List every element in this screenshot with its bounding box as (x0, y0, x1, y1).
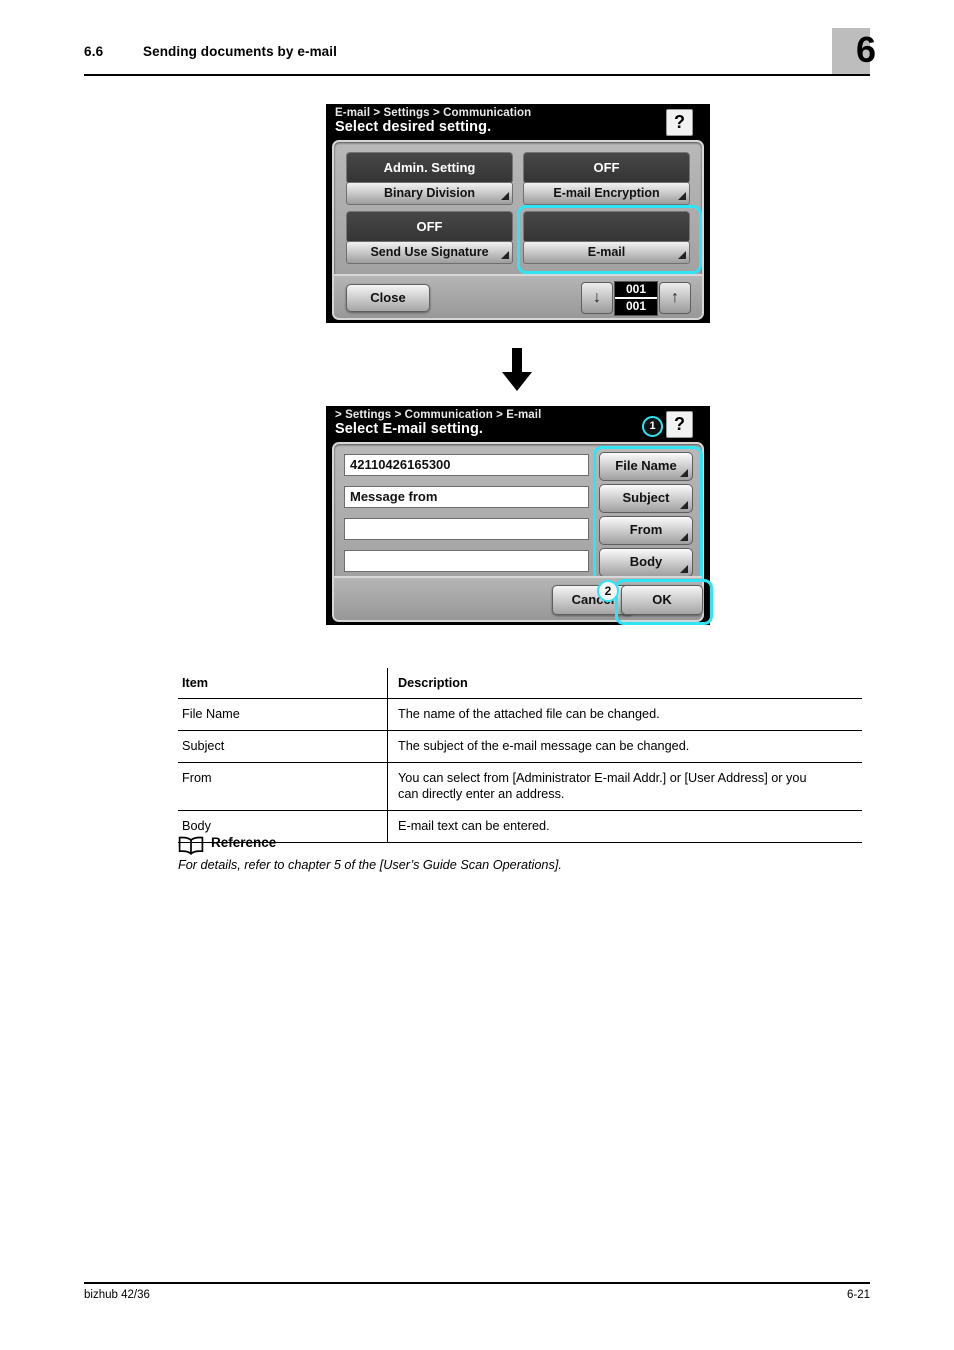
lcd1-bottom-bar: Close ↓ 001 001 ↑ (334, 274, 702, 318)
lcd1-breadcrumb: E-mail > Settings > Communication (335, 107, 532, 119)
page-counter-total: 001 (625, 299, 647, 313)
lcd2-bottom-bar: Cancel 2 OK (334, 576, 713, 625)
lcd1-header: E-mail > Settings > Communication Select… (326, 104, 710, 138)
table-row: From You can select from [Administrator … (178, 762, 862, 811)
expand-corner-icon (678, 192, 686, 200)
item-description-table: Item Description File Name The name of t… (178, 668, 862, 843)
table-cell-description: You can select from [Administrator E-mai… (387, 762, 862, 811)
help-icon[interactable]: ? (666, 411, 693, 438)
expand-corner-icon (680, 533, 688, 541)
page-counter: 001 001 (614, 281, 658, 316)
table-row: Body E-mail text can be entered. (178, 810, 862, 843)
close-button[interactable]: Close (346, 284, 430, 312)
button-from[interactable]: From (599, 516, 693, 545)
ok-button[interactable]: OK (621, 585, 703, 615)
page-header: 6.6 Sending documents by e-mail 6 (84, 28, 876, 76)
send-use-signature-value: OFF (346, 211, 513, 243)
button-file-name-label: File Name (615, 458, 677, 473)
send-use-signature-label: Send Use Signature (346, 241, 513, 264)
table-header-description: Description (387, 668, 862, 699)
table-cell-item: Subject (178, 730, 388, 763)
button-email-encryption[interactable]: OFF E-mail Encryption (523, 152, 690, 205)
header-divider (84, 74, 870, 76)
table-row: Subject The subject of the e-mail messag… (178, 730, 862, 763)
table-header-row: Item Description (178, 668, 862, 699)
field-file-name[interactable]: 42110426165300 (344, 454, 589, 476)
button-send-use-signature[interactable]: OFF Send Use Signature (346, 211, 513, 264)
button-subject-label: Subject (622, 490, 670, 505)
help-icon[interactable]: ? (666, 109, 693, 136)
footer-divider (84, 1282, 870, 1284)
button-subject[interactable]: Subject (599, 484, 693, 513)
flow-arrow-icon (500, 348, 534, 392)
page-title: Sending documents by e-mail (143, 44, 337, 59)
button-body-label: Body (629, 554, 663, 569)
step-marker-1: 1 (642, 416, 663, 437)
field-body[interactable] (344, 550, 589, 572)
email-label: E-mail (523, 241, 690, 264)
expand-corner-icon (501, 192, 509, 200)
lcd-screen-communication: E-mail > Settings > Communication Select… (326, 104, 710, 323)
button-email[interactable]: E-mail (523, 211, 690, 264)
reference-title: Reference (211, 835, 277, 850)
table-cell-item: File Name (178, 698, 388, 731)
scroll-up-button[interactable]: ↑ (659, 282, 691, 314)
table-cell-item: From (178, 762, 388, 811)
table-cell-description: The name of the attached file can be cha… (387, 698, 862, 731)
chapter-number: 6 (855, 29, 876, 70)
lcd1-body: Admin. Setting Binary Division OFF E-mai… (332, 140, 704, 320)
table-cell-description: E-mail text can be entered. (387, 810, 862, 843)
expand-corner-icon (678, 251, 686, 259)
open-book-icon (178, 836, 204, 856)
email-encryption-label: E-mail Encryption (523, 182, 690, 205)
reference-text: For details, refer to chapter 5 of the [… (178, 858, 562, 872)
button-file-name[interactable]: File Name (599, 452, 693, 481)
section-number: 6.6 (84, 44, 104, 59)
field-from[interactable] (344, 518, 589, 540)
table-row: File Name The name of the attached file … (178, 698, 862, 731)
table-header-item: Item (178, 668, 388, 699)
footer-product-name: bizhub 42/36 (84, 1289, 150, 1301)
button-from-label: From (629, 522, 663, 537)
table-cell-description: The subject of the e-mail message can be… (387, 730, 862, 763)
expand-corner-icon (680, 565, 688, 573)
lcd1-title: Select desired setting. (335, 119, 492, 135)
table-cell-item: Body (178, 810, 388, 843)
expand-corner-icon (680, 469, 688, 477)
lcd2-title: Select E-mail setting. (335, 421, 484, 437)
scroll-down-button[interactable]: ↓ (581, 282, 613, 314)
lcd-screen-email-setting: > Settings > Communication > E-mail Sele… (326, 406, 713, 625)
button-body[interactable]: Body (599, 548, 693, 577)
email-value (523, 211, 690, 243)
expand-corner-icon (680, 501, 688, 509)
field-subject[interactable]: Message from (344, 486, 589, 508)
binary-division-value: Admin. Setting (346, 152, 513, 184)
lcd2-header: > Settings > Communication > E-mail Sele… (326, 406, 710, 440)
email-encryption-value: OFF (523, 152, 690, 184)
step-marker-2: 2 (597, 580, 619, 602)
expand-corner-icon (501, 251, 509, 259)
page-counter-current: 001 (615, 282, 657, 299)
binary-division-label: Binary Division (346, 182, 513, 205)
footer-page-number: 6-21 (846, 1289, 870, 1301)
button-binary-division[interactable]: Admin. Setting Binary Division (346, 152, 513, 205)
lcd2-breadcrumb: > Settings > Communication > E-mail (335, 409, 542, 421)
lcd2-body: 42110426165300 Message from File Name Su… (332, 442, 713, 625)
